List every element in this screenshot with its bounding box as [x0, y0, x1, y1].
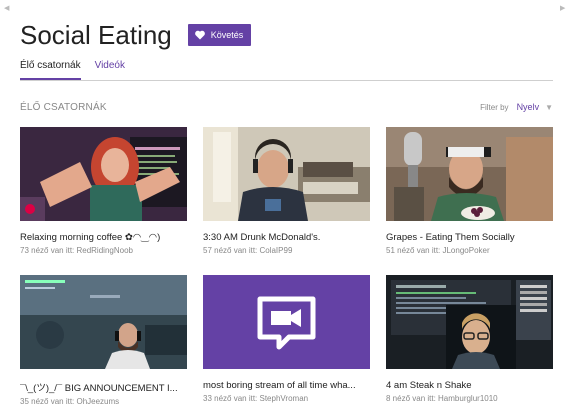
- chevron-down-icon[interactable]: ▼: [545, 103, 553, 112]
- stream-thumbnail[interactable]: [203, 275, 370, 369]
- language-filter[interactable]: Filter by Nyelv ▼: [480, 102, 553, 112]
- stream-title[interactable]: most boring stream of all time wha...: [203, 380, 370, 391]
- follow-button[interactable]: Követés: [187, 24, 252, 46]
- tab-live-channels[interactable]: Élő csatornák: [20, 60, 81, 80]
- header: Social Eating Követés: [20, 20, 252, 50]
- stream-card[interactable]: 4 am Steak n Shake 8 néző van itt: Hambu…: [386, 275, 553, 403]
- stream-card[interactable]: Relaxing morning coffee ✿◠‿◠) 73 néző va…: [20, 127, 187, 255]
- heart-icon: [194, 30, 205, 40]
- stream-title[interactable]: Relaxing morning coffee ✿◠‿◠): [20, 232, 187, 243]
- page-title: Social Eating: [20, 20, 172, 50]
- tab-videos[interactable]: Videók: [95, 60, 125, 79]
- stream-thumbnail[interactable]: [20, 275, 187, 369]
- stream-meta[interactable]: 33 néző van itt: StephVroman: [203, 394, 370, 403]
- stream-card[interactable]: Grapes - Eating Them Socially 51 néző va…: [386, 127, 553, 255]
- section-header: ÉLŐ CSATORNÁK Filter by Nyelv ▼: [20, 100, 553, 114]
- stream-meta[interactable]: 8 néző van itt: Hamburglur1010: [386, 394, 553, 403]
- stream-title[interactable]: ¯\_(ツ)_/¯ BIG ANNOUNCEMENT I...: [20, 380, 187, 394]
- stream-title[interactable]: 4 am Steak n Shake: [386, 380, 553, 391]
- section-label: ÉLŐ CSATORNÁK: [20, 101, 107, 113]
- stream-meta[interactable]: 51 néző van itt: JLongoPoker: [386, 246, 553, 255]
- scroll-left-arrow[interactable]: ◀: [4, 4, 9, 12]
- stream-thumbnail[interactable]: [203, 127, 370, 221]
- stream-card[interactable]: most boring stream of all time wha... 33…: [203, 275, 370, 403]
- stream-thumbnail[interactable]: [386, 127, 553, 221]
- tab-bar: Élő csatornák Videók: [20, 60, 553, 81]
- video-camera-icon: [203, 275, 370, 369]
- stream-thumbnail[interactable]: [386, 275, 553, 369]
- stream-meta[interactable]: 73 néző van itt: RedRidingNoob: [20, 246, 187, 255]
- stream-title[interactable]: 3:30 AM Drunk McDonald's.: [203, 232, 370, 243]
- scroll-right-arrow[interactable]: ▶: [560, 4, 565, 12]
- filter-label: Filter by: [480, 102, 509, 112]
- follow-label: Követés: [210, 30, 244, 40]
- stream-card[interactable]: 3:30 AM Drunk McDonald's. 57 néző van it…: [203, 127, 370, 255]
- stream-thumbnail[interactable]: [20, 127, 187, 221]
- stream-card[interactable]: ¯\_(ツ)_/¯ BIG ANNOUNCEMENT I... 35 néző …: [20, 275, 187, 406]
- stream-meta[interactable]: 35 néző van itt: OhJeezums: [20, 397, 187, 406]
- stream-title[interactable]: Grapes - Eating Them Socially: [386, 232, 553, 243]
- stream-meta[interactable]: 57 néző van itt: ColaIP99: [203, 246, 370, 255]
- filter-value[interactable]: Nyelv: [517, 102, 540, 112]
